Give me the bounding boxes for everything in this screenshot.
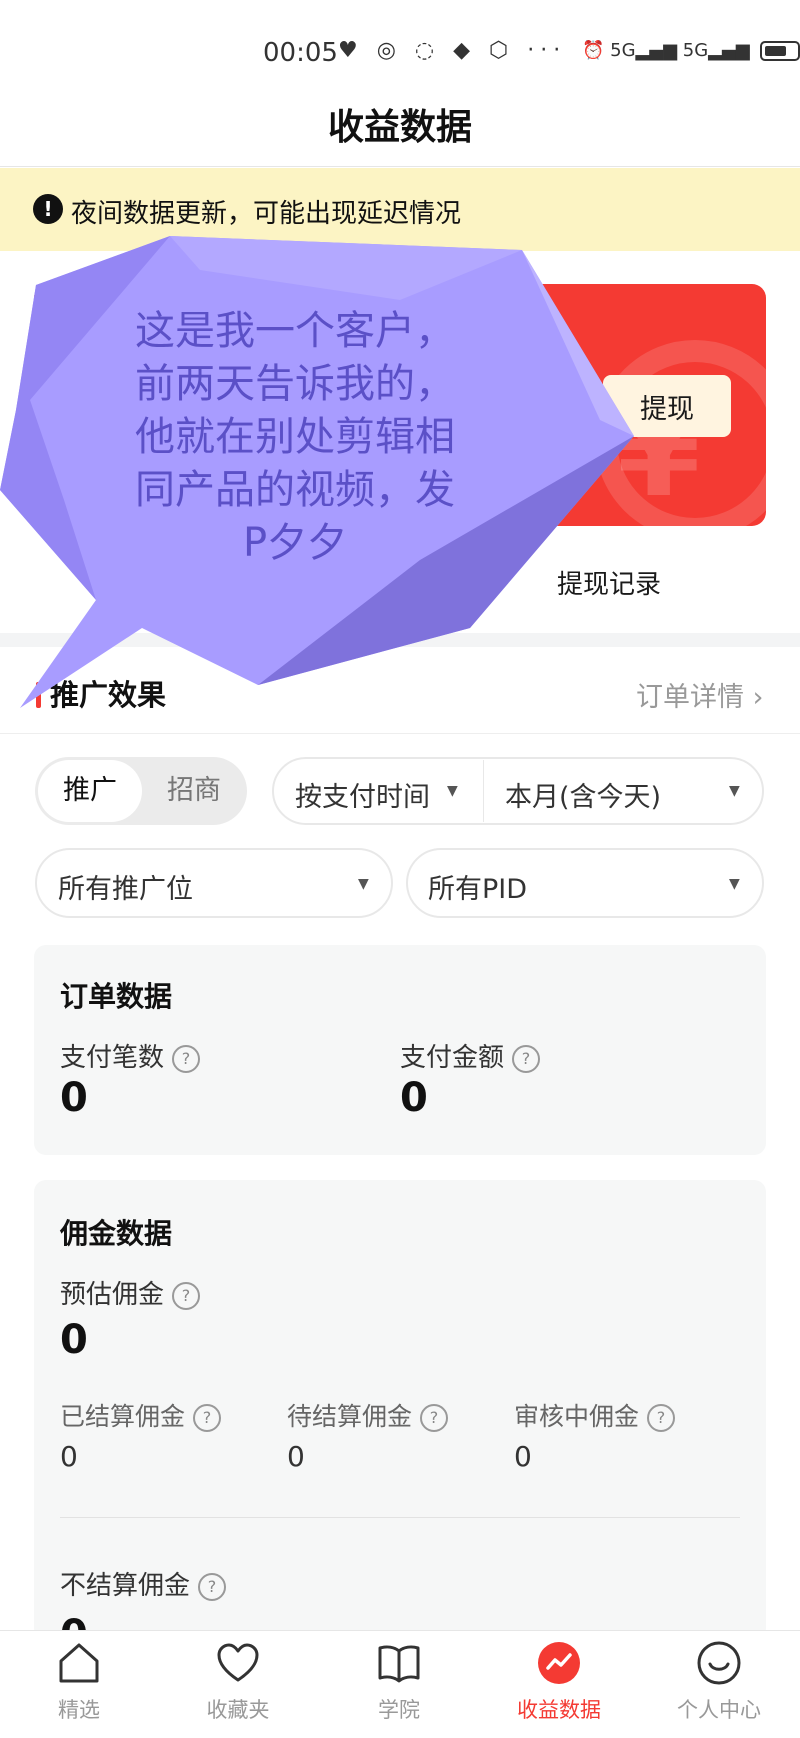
battery-icon xyxy=(759,40,800,61)
chevron-down-icon: ▼ xyxy=(358,876,369,892)
system-icons: ⏰ 5G▂▄▆ 5G▂▄▆ xyxy=(582,40,800,61)
tab-label: 个人中心 xyxy=(677,1698,761,1722)
help-icon[interactable]: ? xyxy=(193,1404,222,1432)
commission-data-title: 佣金数据 xyxy=(60,1217,173,1250)
segment-merchant[interactable]: 招商 xyxy=(142,760,246,822)
tab-profile[interactable]: 个人中心 xyxy=(659,1640,779,1724)
estimated-commission-value: 0 xyxy=(60,1317,88,1363)
battery-level xyxy=(764,45,786,56)
tab-label: 学院 xyxy=(378,1698,420,1722)
help-icon[interactable]: ? xyxy=(172,1282,201,1310)
status-time: 00:05 xyxy=(263,38,338,68)
estimated-commission-label: 预估佣金? xyxy=(60,1274,201,1311)
notice-text: 夜间数据更新，可能出现延迟情况 xyxy=(71,199,462,229)
reviewing-commission-label: 审核中佣金? xyxy=(514,1397,676,1433)
segment-promote[interactable]: 推广 xyxy=(38,760,142,822)
tab-label: 收益数据 xyxy=(517,1698,601,1722)
sticker-line: 他就在别处剪辑相 xyxy=(135,414,455,460)
time-basis-select[interactable]: 按支付时间 xyxy=(295,775,430,814)
reviewing-commission-value: 0 xyxy=(514,1440,532,1473)
settled-commission-label: 已结算佣金? xyxy=(60,1397,222,1433)
sticker-line: 这是我一个客户， xyxy=(135,308,455,354)
help-icon[interactable]: ? xyxy=(172,1045,201,1073)
header-divider xyxy=(0,166,800,167)
settled-commission-value: 0 xyxy=(60,1440,78,1473)
sticker-text: 这是我一个客户， 前两天告诉我的， 他就在别处剪辑相 同产品的视频，发 P夕夕 xyxy=(100,305,490,570)
pay-amount-value: 0 xyxy=(400,1075,428,1121)
tab-academy[interactable]: 学院 xyxy=(339,1640,459,1724)
time-range-select[interactable]: 本月(含今天) xyxy=(505,775,661,814)
help-icon[interactable]: ? xyxy=(512,1045,541,1073)
tab-featured[interactable]: 精选 xyxy=(19,1640,139,1724)
section-divider xyxy=(0,733,800,734)
sticker-line: 同产品的视频，发 xyxy=(135,467,455,513)
help-icon[interactable]: ? xyxy=(198,1573,227,1601)
book-icon xyxy=(378,1645,420,1683)
tab-label: 收藏夹 xyxy=(206,1698,270,1722)
position-select-label: 所有推广位 xyxy=(58,874,193,905)
home-icon xyxy=(59,1643,99,1683)
heart-icon xyxy=(217,1643,259,1682)
help-icon[interactable]: ? xyxy=(420,1404,449,1432)
signal-icons: ⏰ 5G▂▄▆ 5G▂▄▆ xyxy=(582,40,750,61)
page-title: 收益数据 xyxy=(327,107,472,148)
tab-favorites[interactable]: 收藏夹 xyxy=(178,1640,298,1724)
sticker-line: P夕夕 xyxy=(242,520,348,566)
alert-icon: ! xyxy=(33,194,63,224)
status-bar: 00:05 ♥ ◎ ◌ ◆ ⬡ ··· ⏰ 5G▂▄▆ 5G▂▄▆ xyxy=(0,0,800,104)
notification-icons: ♥ ◎ ◌ ◆ ⬡ ··· xyxy=(338,38,567,63)
pay-amount-label: 支付金额? xyxy=(400,1037,541,1074)
chevron-down-icon: ▼ xyxy=(729,876,740,892)
pay-count-value: 0 xyxy=(60,1075,88,1121)
tab-earnings[interactable]: 收益数据 xyxy=(499,1640,619,1724)
card-divider xyxy=(60,1517,740,1518)
chart-icon xyxy=(538,1642,580,1684)
smile-icon xyxy=(697,1641,741,1685)
pending-commission-value: 0 xyxy=(287,1440,305,1473)
pid-select-label: 所有PID xyxy=(428,874,528,905)
chevron-down-icon: ▼ xyxy=(729,783,740,799)
tab-label: 精选 xyxy=(58,1698,100,1722)
chevron-down-icon: ▼ xyxy=(447,783,458,799)
sticker-line: 前两天告诉我的， xyxy=(135,361,455,407)
filter-divider xyxy=(483,760,484,822)
unsettled-commission-label: 不结算佣金? xyxy=(60,1565,227,1602)
pending-commission-label: 待结算佣金? xyxy=(287,1397,449,1433)
pay-count-label: 支付笔数? xyxy=(60,1037,201,1074)
help-icon[interactable]: ? xyxy=(647,1404,676,1432)
order-data-title: 订单数据 xyxy=(60,980,173,1013)
